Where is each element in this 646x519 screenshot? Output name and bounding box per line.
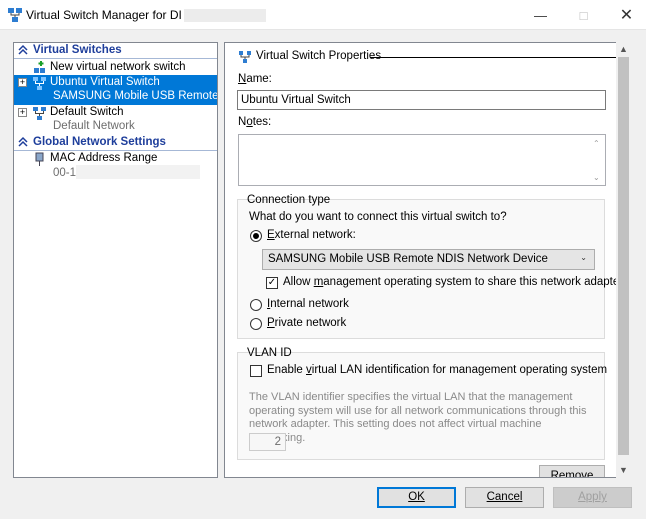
connection-question: What do you want to connect this virtual… [249,211,507,223]
name-field[interactable]: Ubuntu Virtual Switch [237,90,606,110]
scroll-down-icon[interactable]: ⌄ [593,173,600,182]
scroll-down-icon[interactable]: ▼ [616,465,631,475]
internal-network-label: Internal network [267,298,349,310]
private-network-radio[interactable] [250,318,262,330]
scroll-up-icon[interactable]: ▲ [616,44,631,54]
window-title: Virtual Switch Manager for DI [26,8,266,23]
expand-icon[interactable]: + [18,78,27,87]
tree-item-ubuntu-switch[interactable]: + Ubuntu Virtual Switch SAMSUNG Mobile U… [14,75,217,105]
properties-header: Virtual Switch Properties [238,49,618,65]
network-adapter-icon [35,152,44,166]
section-virtual-switches[interactable]: Virtual Switches [14,43,217,59]
cancel-button[interactable]: Cancel [465,487,544,508]
scroll-thumb[interactable] [618,57,629,455]
tree-item-sublabel: Default Network [53,120,135,132]
network-switch-icon [239,51,251,63]
tree-item-default-switch[interactable]: + Default Switch Default Network [14,105,217,135]
apply-button: Apply [553,487,632,508]
tree-item-label: MAC Address Range [50,152,158,164]
network-switch-icon [33,107,46,120]
section-label: Global Network Settings [33,136,166,148]
allow-management-checkbox[interactable]: ✓ [266,277,278,289]
section-label: Virtual Switches [33,44,122,56]
collapse-chevron-icon[interactable] [17,136,29,148]
notes-scrollbar[interactable]: ⌃ ⌄ [589,135,605,185]
collapse-chevron-icon[interactable] [17,44,29,56]
remove-button[interactable]: Remove [539,465,605,477]
redacted-mac [76,165,200,179]
title-bar: Virtual Switch Manager for DI — □ ✕ [0,0,646,30]
private-network-label: Private network [267,317,347,329]
switch-tree-pane: Virtual Switches New virtual network swi… [13,42,218,478]
header-rule [370,57,618,58]
notes-label: Notes: [238,116,272,128]
tree-item-label: Default Switch [50,106,124,118]
name-label: Name: [238,73,272,85]
internal-network-radio[interactable] [250,299,262,311]
connection-type-group: Connection type What do you want to conn… [237,194,623,339]
scroll-up-icon[interactable]: ⌃ [593,139,600,148]
properties-scrollbar[interactable]: ▲ ▼ [616,42,631,478]
selected-adapter: SAMSUNG Mobile USB Remote NDIS Network D… [268,253,548,265]
expand-icon[interactable]: + [18,108,27,117]
allow-management-label: Allow management operating system to sha… [283,276,624,288]
minimize-button[interactable]: — [518,0,563,30]
new-switch-icon [34,61,45,73]
tree-item-sublabel: SAMSUNG Mobile USB Remote NDI... [53,90,218,102]
tree-item-label: Ubuntu Virtual Switch [50,76,160,88]
new-switch-item[interactable]: New virtual network switch [14,60,217,76]
chevron-down-icon: ⌄ [580,253,587,262]
properties-pane: Virtual Switch Properties Name: Ubuntu V… [224,42,631,478]
redacted-host [183,9,266,23]
enable-vlan-label: Enable virtual LAN identification for ma… [267,364,608,376]
vlan-title: VLAN ID [247,347,292,359]
connection-type-title: Connection type [247,194,331,206]
maximize-button: □ [579,7,588,23]
enable-vlan-checkbox[interactable] [250,365,262,377]
network-switch-icon [33,77,46,90]
section-divider [14,58,217,59]
properties-title: Virtual Switch Properties [256,50,382,62]
vlan-group: VLAN ID Enable virtual LAN identificatio… [237,347,608,460]
close-button[interactable]: ✕ [604,0,646,30]
vlan-description: The VLAN identifier specifies the virtua… [249,391,587,444]
vlan-id-field: 2 [249,433,286,451]
external-adapter-select[interactable]: SAMSUNG Mobile USB Remote NDIS Network D… [262,249,595,270]
virtual-switch-icon [8,8,22,22]
notes-field[interactable]: ⌃ ⌄ [238,134,606,186]
ok-button[interactable]: OK [377,487,456,508]
external-network-label: External network: [267,229,356,241]
section-global-network-settings[interactable]: Global Network Settings [14,135,217,151]
new-switch-label: New virtual network switch [50,61,186,73]
external-network-radio[interactable] [250,230,262,242]
